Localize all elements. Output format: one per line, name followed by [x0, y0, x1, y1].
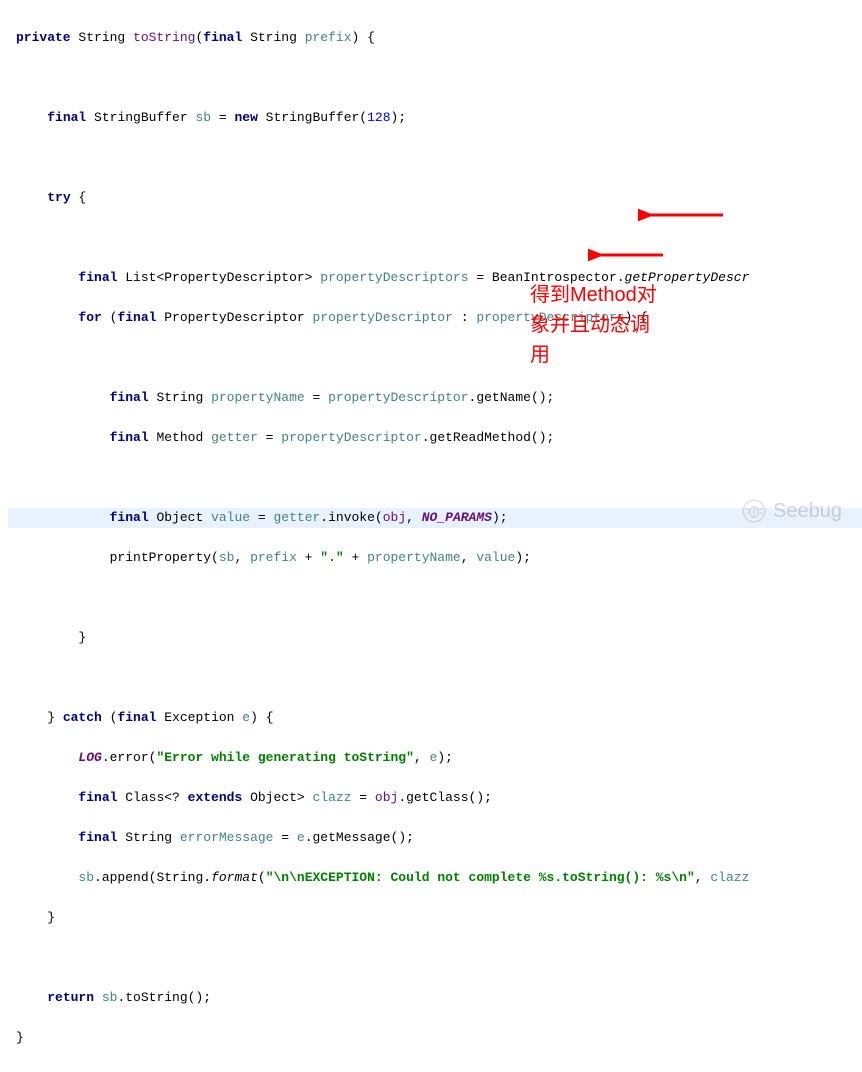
code-line — [8, 68, 862, 88]
code-line-highlighted: final Object value = getter.invoke(obj, … — [8, 508, 862, 528]
code-line: for (final PropertyDescriptor propertyDe… — [8, 308, 862, 328]
code-line: LOG.error("Error while generating toStri… — [8, 748, 862, 768]
code-line: sb.append(String.format("\n\nEXCEPTION: … — [8, 868, 862, 888]
code-line — [8, 468, 862, 488]
watermark: Seebug — [741, 498, 842, 524]
code-line — [8, 668, 862, 688]
code-line: final List<PropertyDescriptor> propertyD… — [8, 268, 862, 288]
code-line: try { — [8, 188, 862, 208]
watermark-text: Seebug — [773, 501, 842, 521]
code-line — [8, 348, 862, 368]
code-line: final Method getter = propertyDescriptor… — [8, 428, 862, 448]
code-line: return sb.toString(); — [8, 988, 862, 1008]
code-line: printProperty(sb, prefix + "." + propert… — [8, 548, 862, 568]
annotation-text: 得到Method对 象并且动态调 用 — [530, 280, 657, 370]
code-line: final String propertyName = propertyDesc… — [8, 388, 862, 408]
code-line: } — [8, 908, 862, 928]
code-line: } — [8, 628, 862, 648]
code-line: final String errorMessage = e.getMessage… — [8, 828, 862, 848]
code-line: } catch (final Exception e) { — [8, 708, 862, 728]
code-line — [8, 588, 862, 608]
code-line: private String toString(final String pre… — [8, 28, 862, 48]
code-line — [8, 148, 862, 168]
code-line — [8, 228, 862, 248]
code-line: final StringBuffer sb = new StringBuffer… — [8, 108, 862, 128]
bug-icon — [741, 498, 767, 524]
code-line: final Class<? extends Object> clazz = ob… — [8, 788, 862, 808]
code-line: } — [8, 1028, 862, 1048]
code-editor[interactable]: private String toString(final String pre… — [0, 0, 862, 1072]
code-line — [8, 948, 862, 968]
